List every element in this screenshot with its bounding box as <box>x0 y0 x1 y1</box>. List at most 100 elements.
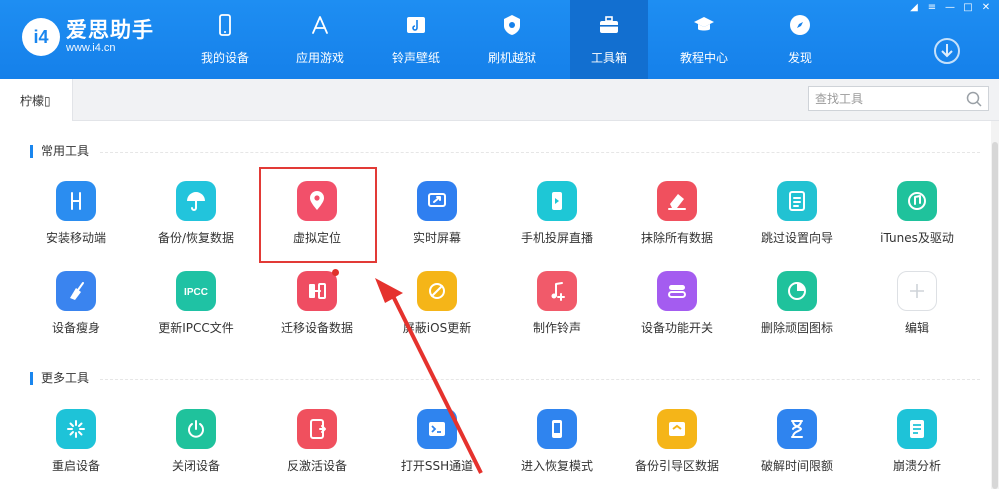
search-icon[interactable] <box>966 91 982 107</box>
phone-icon <box>219 14 231 36</box>
section-title-more: 更多工具 <box>30 372 89 385</box>
tool-itunes-music[interactable]: iTunes及驱动 <box>862 181 972 246</box>
ipcc-icon: IPCC <box>176 271 216 311</box>
minimize-icon[interactable]: — <box>943 2 957 14</box>
tool-migrate-data[interactable]: 迁移设备数据 <box>262 271 372 336</box>
tool-music-note[interactable]: 制作铃声 <box>502 271 612 336</box>
tool-label: 破解时间限额 <box>760 459 833 473</box>
close-icon[interactable]: ✕ <box>979 2 993 14</box>
tool-install-mobile[interactable]: 安装移动端 <box>21 181 131 246</box>
tool-label: 屏蔽iOS更新 <box>402 321 472 335</box>
compass-icon <box>790 15 810 35</box>
tool-label: 跳过设置向导 <box>760 231 833 245</box>
terminal-icon <box>417 409 457 449</box>
tool-label: 备份/恢复数据 <box>157 231 235 245</box>
logo-mark-icon: i4 <box>22 18 60 56</box>
tool-crash-report[interactable]: 崩溃分析 <box>862 409 972 474</box>
restart-icon <box>56 409 96 449</box>
tool-hourglass[interactable]: 破解时间限额 <box>742 409 852 474</box>
nav-apps-games[interactable]: 应用游戏 <box>281 0 359 79</box>
phone-cast-icon <box>537 181 577 221</box>
download-circle-icon[interactable] <box>933 37 961 65</box>
skip-setup-icon <box>777 181 817 221</box>
tab-current[interactable]: 柠檬▯ <box>0 79 73 121</box>
tool-label: 删除顽固图标 <box>760 321 833 335</box>
highlight-box <box>259 167 377 263</box>
tool-label: 迁移设备数据 <box>280 321 353 335</box>
maximize-icon[interactable]: □ <box>961 2 975 14</box>
nav-tutorial-center[interactable]: 教程中心 <box>665 0 743 79</box>
tool-label: 重启设备 <box>51 459 100 473</box>
toolbox-icon <box>600 16 618 33</box>
broom-icon <box>56 271 96 311</box>
music-note-icon <box>537 271 577 311</box>
tool-screen-share[interactable]: 实时屏幕 <box>382 181 492 246</box>
tool-backup-boot[interactable]: 备份引导区数据 <box>622 409 732 474</box>
crash-report-icon <box>897 409 937 449</box>
window-controls: ◢ ≡ — □ ✕ <box>907 2 993 14</box>
tool-phone-cast[interactable]: 手机投屏直播 <box>502 181 612 246</box>
tool-label: 更新IPCC文件 <box>158 321 234 335</box>
plus-icon <box>897 271 937 311</box>
tool-toggle-switch[interactable]: 设备功能开关 <box>622 271 732 336</box>
eraser-icon <box>657 181 697 221</box>
tool-label: 进入恢复模式 <box>520 459 593 473</box>
scrollbar-thumb[interactable] <box>992 142 998 489</box>
delete-icon-clock-icon <box>777 271 817 311</box>
tool-label: 制作铃声 <box>532 321 581 335</box>
flash-jailbreak-icon <box>504 15 520 35</box>
svg-text:IPCC: IPCC <box>184 287 208 298</box>
tool-recovery-mode[interactable]: 进入恢复模式 <box>502 409 612 474</box>
tool-label: 备份引导区数据 <box>634 459 719 473</box>
tool-label: 崩溃分析 <box>892 459 941 473</box>
toggle-switch-icon <box>657 271 697 311</box>
section-divider <box>100 152 980 153</box>
tool-power[interactable]: 关闭设备 <box>141 409 251 474</box>
tool-block-update[interactable]: 屏蔽iOS更新 <box>382 271 492 336</box>
power-icon <box>176 409 216 449</box>
menu-icon[interactable]: ≡ <box>925 2 939 14</box>
section-divider <box>100 379 980 380</box>
app-logo[interactable]: i4 爱思助手 www.i4.cn <box>22 18 154 56</box>
tool-label: 设备功能开关 <box>640 321 713 335</box>
tool-skip-setup[interactable]: 跳过设置向导 <box>742 181 852 246</box>
tool-label: 手机投屏直播 <box>520 231 593 245</box>
ringtone-wallpaper-icon <box>407 17 425 33</box>
notification-dot <box>332 269 339 276</box>
tool-plus[interactable]: 编辑 <box>862 271 972 336</box>
tool-umbrella-backup[interactable]: 备份/恢复数据 <box>141 181 251 246</box>
tool-label: 编辑 <box>904 321 929 335</box>
tool-deactivate[interactable]: 反激活设备 <box>262 409 372 474</box>
tool-delete-icon-clock[interactable]: 删除顽固图标 <box>742 271 852 336</box>
tool-terminal[interactable]: 打开SSH通道 <box>382 409 492 474</box>
itunes-music-icon <box>897 181 937 221</box>
screen-share-icon <box>417 181 457 221</box>
nav-flash-jailbreak[interactable]: 刷机越狱 <box>473 0 551 79</box>
deactivate-icon <box>297 409 337 449</box>
tool-ipcc[interactable]: IPCC 更新IPCC文件 <box>141 271 251 336</box>
tool-label: 实时屏幕 <box>412 231 461 245</box>
nav-ringtone-wallpaper[interactable]: 铃声壁纸 <box>377 0 455 79</box>
nav-discover[interactable]: 发现 <box>761 0 839 79</box>
section-title-common: 常用工具 <box>30 145 89 158</box>
nav-toolbox[interactable]: 工具箱 <box>570 0 648 79</box>
nav-my-device[interactable]: 我的设备 <box>186 0 264 79</box>
tool-label: 打开SSH通道 <box>400 459 474 473</box>
logo-url: www.i4.cn <box>66 42 116 54</box>
shirt-icon[interactable]: ◢ <box>907 2 921 14</box>
install-mobile-icon <box>56 181 96 221</box>
top-bar: i4 爱思助手 www.i4.cn 我的设备 应用游戏 铃声壁纸 刷机越狱 工具… <box>0 0 999 79</box>
migrate-data-icon <box>297 271 337 311</box>
logo-title: 爱思助手 <box>66 18 154 42</box>
block-update-icon <box>417 271 457 311</box>
graduation-cap-icon <box>694 17 714 31</box>
tool-label: 反激活设备 <box>286 459 347 473</box>
tool-label: iTunes及驱动 <box>880 231 954 245</box>
tab-strip: 柠檬▯ <box>0 79 999 121</box>
recovery-mode-icon <box>537 409 577 449</box>
tool-restart[interactable]: 重启设备 <box>21 409 131 474</box>
tool-eraser[interactable]: 抹除所有数据 <box>622 181 732 246</box>
search-box <box>808 86 989 111</box>
tool-broom[interactable]: 设备瘦身 <box>21 271 131 336</box>
search-input[interactable] <box>809 87 959 110</box>
